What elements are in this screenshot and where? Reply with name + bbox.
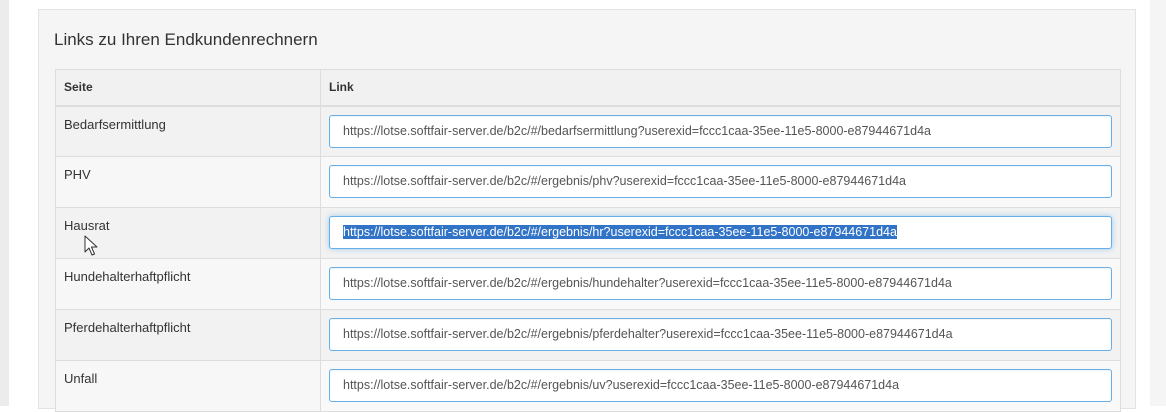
link-field-hundehalter[interactable]: https://lotse.softfair-server.de/b2c/#/e… bbox=[329, 267, 1112, 300]
panel-title: Links zu Ihren Endkundenrechnern bbox=[54, 30, 318, 49]
table-header-row: Seite Link bbox=[55, 69, 1121, 107]
calculator-links-panel: Links zu Ihren Endkundenrechnern Seite L… bbox=[38, 9, 1136, 412]
row-label-pferdehalterhaftpflicht: Pferdehalterhaftpflicht bbox=[55, 309, 321, 361]
link-field-bedarfsermittlung[interactable]: https://lotse.softfair-server.de/b2c/#/b… bbox=[329, 114, 1112, 148]
link-field-pferdehalter[interactable]: https://lotse.softfair-server.de/b2c/#/e… bbox=[329, 318, 1112, 351]
table-row: Hundehalterhaftpflicht https://lotse.sof… bbox=[55, 258, 1121, 310]
link-field-unfall[interactable]: https://lotse.softfair-server.de/b2c/#/e… bbox=[329, 369, 1112, 402]
page-right-gap bbox=[1136, 0, 1150, 406]
table-row: Hausrat https://lotse.softfair-server.de… bbox=[55, 207, 1121, 259]
link-field-phv[interactable]: https://lotse.softfair-server.de/b2c/#/e… bbox=[329, 165, 1112, 198]
row-label-unfall: Unfall bbox=[55, 360, 321, 412]
row-label-bedarfsermittlung: Bedarfsermittlung bbox=[55, 105, 321, 157]
column-header-seite: Seite bbox=[55, 69, 321, 107]
row-label-phv: PHV bbox=[55, 156, 321, 208]
page-left-gutter bbox=[0, 0, 9, 406]
row-label-hundehalterhaftpflicht: Hundehalterhaftpflicht bbox=[55, 258, 321, 310]
mouse-pointer-icon bbox=[84, 235, 98, 256]
page-right-gutter bbox=[1150, 0, 1166, 406]
table-row: PHV https://lotse.softfair-server.de/b2c… bbox=[55, 156, 1121, 208]
column-header-link: Link bbox=[320, 69, 1121, 107]
selected-link-text: https://lotse.softfair-server.de/b2c/#/e… bbox=[343, 225, 897, 239]
link-field-hausrat[interactable]: https://lotse.softfair-server.de/b2c/#/e… bbox=[329, 216, 1112, 249]
table-row: Bedarfsermittlung https://lotse.softfair… bbox=[55, 105, 1121, 157]
table-row: Pferdehalterhaftpflicht https://lotse.so… bbox=[55, 309, 1121, 361]
table-row: Unfall https://lotse.softfair-server.de/… bbox=[55, 360, 1121, 412]
links-table: Seite Link Bedarfsermittlung https://lot… bbox=[55, 69, 1121, 412]
